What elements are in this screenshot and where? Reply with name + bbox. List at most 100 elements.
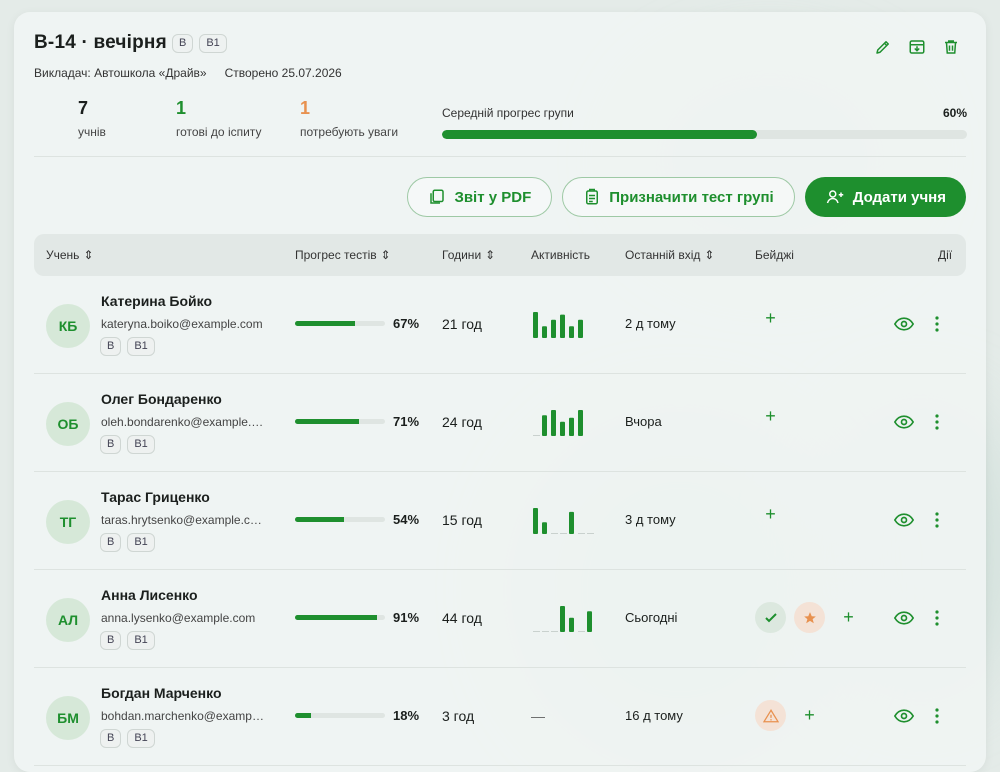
test-progress-value: 71% (393, 414, 420, 429)
avg-progress: Середній прогрес групи 60% (442, 106, 967, 139)
add-badge-icon[interactable]: + (794, 705, 825, 726)
view-icon[interactable] (893, 316, 915, 337)
student-name[interactable]: Олег Бондаренко (101, 391, 222, 407)
activity-bar (578, 410, 583, 436)
last-login-value: 16 д тому (625, 708, 683, 723)
table-row[interactable]: АЛ Анна Лисенко anna.lysenko@example.com… (34, 570, 966, 668)
category-chips: B B1 (100, 631, 155, 650)
col-activity: Активність (531, 248, 590, 262)
activity-bar (569, 511, 574, 534)
col-hours[interactable]: Години ⇕ (442, 248, 495, 262)
test-progress-bar (295, 517, 385, 522)
table-row[interactable]: ОБ Олег Бондаренко oleh.bondarenko@examp… (34, 374, 966, 472)
add-badge-icon[interactable]: + (833, 607, 864, 628)
group-title: В-14 · вечірня (34, 32, 167, 53)
test-progress-fill (295, 321, 356, 326)
group-meta: Викладач: Автошкола «Драйв» Створено 25.… (34, 66, 342, 80)
add-user-icon (826, 190, 843, 204)
add-badge-icon[interactable]: + (755, 406, 786, 427)
sort-icon: ⇕ (380, 248, 391, 262)
activity-empty (560, 533, 567, 534)
hours-value: 21 год (442, 316, 482, 332)
activity-empty (578, 631, 585, 632)
badges-cell: + (755, 504, 786, 525)
category-chips: B B1 (100, 435, 155, 454)
category-chip: B (100, 435, 122, 454)
activity-bar (542, 326, 547, 338)
table-row[interactable]: ТГ Тарас Гриценко taras.hrytsenko@exampl… (34, 472, 966, 570)
edit-icon[interactable] (874, 38, 892, 56)
divider (34, 156, 966, 157)
activity-bar (560, 314, 565, 338)
col-label: Прогрес тестів (295, 248, 377, 262)
view-icon[interactable] (893, 708, 915, 729)
col-last-login[interactable]: Останній вхід ⇕ (625, 248, 714, 262)
activity-bar (542, 415, 547, 436)
more-icon[interactable] (934, 512, 940, 533)
add-badge-icon[interactable]: + (755, 308, 786, 329)
archive-icon[interactable] (908, 38, 926, 56)
student-email: bohdan.marchenko@example.com (101, 709, 266, 723)
table-row[interactable]: КБ Катерина Бойко kateryna.boiko@example… (34, 276, 966, 374)
more-icon[interactable] (934, 708, 940, 729)
activity-empty-text: — (531, 708, 545, 724)
hours-value: 3 год (442, 708, 475, 724)
activity-bar (569, 617, 574, 632)
add-student-label: Додати учня (852, 188, 946, 206)
add-badge-icon[interactable]: + (755, 504, 786, 525)
test-progress-value: 18% (393, 708, 420, 723)
activity-bar (560, 421, 565, 436)
clipboard-icon (586, 188, 599, 205)
group-stats: 7 учнів 1 готові до іспиту 1 потребують … (34, 98, 440, 139)
test-progress-value: 91% (393, 610, 420, 625)
more-icon[interactable] (934, 316, 940, 337)
activity-empty (533, 631, 540, 632)
pdf-report-button[interactable]: Звіт у PDF (407, 177, 553, 217)
table-row[interactable]: БМ Богдан Марченко bohdan.marchenko@exam… (34, 668, 966, 766)
sort-icon: ⇕ (83, 248, 94, 262)
test-progress-bar (295, 321, 385, 326)
avg-progress-value: 60% (942, 106, 967, 120)
activity-bar (569, 326, 574, 338)
col-badges: Бейджі (755, 248, 794, 262)
view-icon[interactable] (893, 512, 915, 533)
add-student-button[interactable]: Додати учня (804, 177, 966, 217)
view-icon[interactable] (893, 610, 915, 631)
stat-label: потребують уваги (300, 125, 399, 139)
col-student[interactable]: Учень ⇕ (46, 248, 94, 262)
test-progress-value: 67% (393, 316, 420, 331)
category-chips: B B1 (100, 533, 155, 552)
more-icon[interactable] (934, 610, 940, 631)
activity-sparkline: — (531, 702, 545, 724)
avatar: КБ (46, 304, 90, 348)
category-chip: B1 (127, 533, 155, 552)
assign-test-button[interactable]: Призначити тест групі (562, 177, 795, 217)
activity-bar (560, 606, 565, 632)
col-progress[interactable]: Прогрес тестів ⇕ (295, 248, 391, 262)
hours-value: 24 год (442, 414, 482, 430)
view-icon[interactable] (893, 414, 915, 435)
student-table-body: КБ Катерина Бойко kateryna.boiko@example… (34, 276, 966, 766)
activity-bar (578, 319, 583, 338)
more-icon[interactable] (934, 414, 940, 435)
activity-empty (551, 533, 558, 534)
col-label: Останній вхід (625, 248, 701, 262)
pdf-icon (430, 189, 445, 204)
test-progress-bar (295, 615, 385, 620)
student-name[interactable]: Богдан Марченко (101, 685, 222, 701)
avg-progress-fill (442, 130, 757, 139)
category-chip: B (100, 729, 122, 748)
badges-cell: + (755, 406, 786, 427)
created-date: Створено 25.07.2026 (224, 66, 342, 80)
activity-bar (542, 522, 547, 534)
trash-icon[interactable] (942, 38, 960, 56)
group-actions: Звіт у PDF Призначити тест групі Додати … (407, 177, 966, 217)
student-name[interactable]: Анна Лисенко (101, 587, 198, 603)
test-progress-fill (295, 517, 344, 522)
category-chip: B (100, 533, 122, 552)
student-name[interactable]: Катерина Бойко (101, 293, 212, 309)
student-name[interactable]: Тарас Гриценко (101, 489, 210, 505)
col-label: Години (442, 248, 482, 262)
category-chip: B1 (127, 337, 155, 356)
stat-attention: 1 потребують уваги (300, 98, 440, 139)
